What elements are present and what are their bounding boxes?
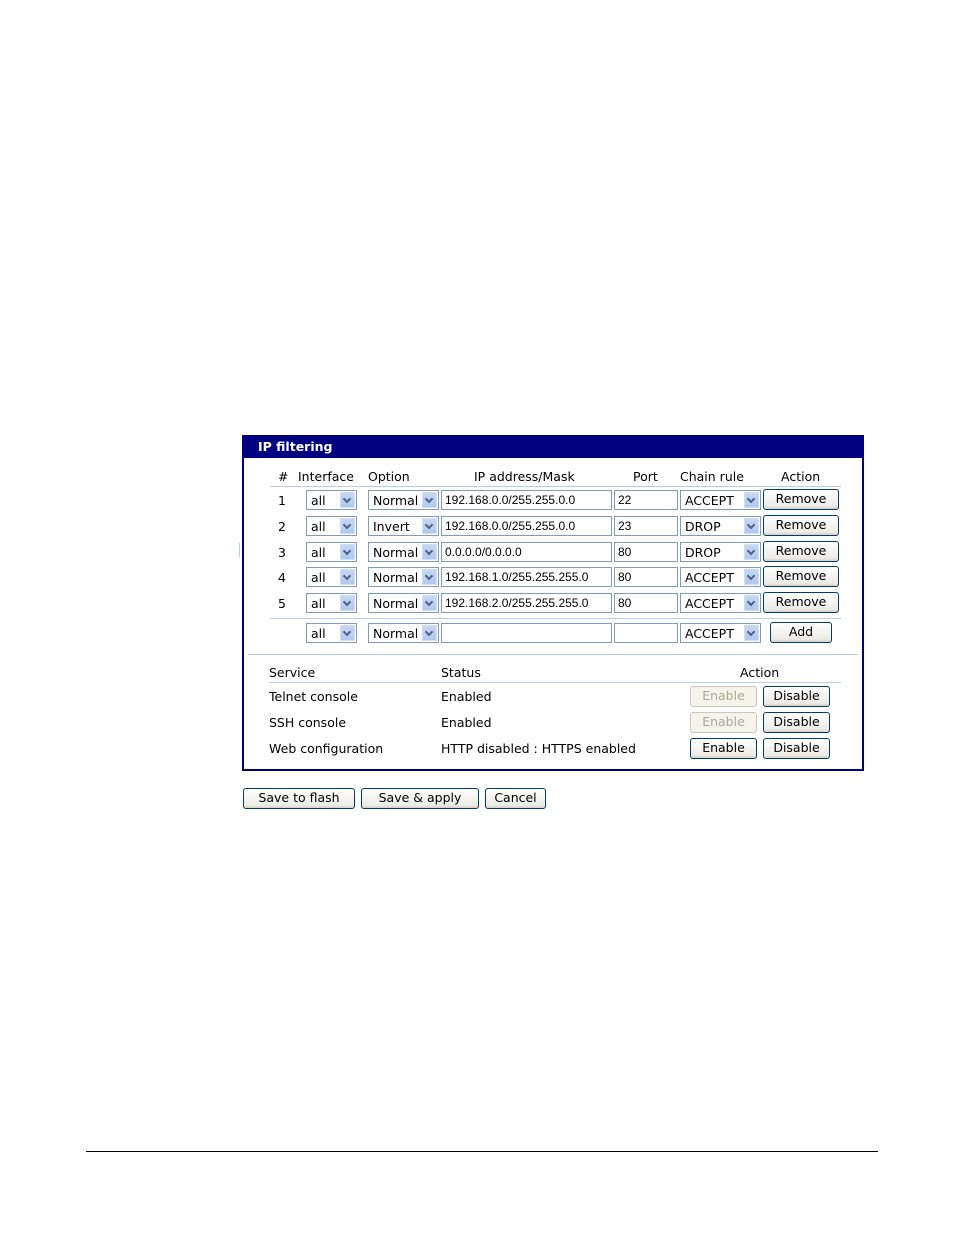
chevron-down-icon[interactable] [422,595,437,611]
chevron-down-icon[interactable] [422,569,437,585]
section-divider [248,654,858,655]
chain-rule-select[interactable]: ACCEPT [680,567,761,587]
ip-mask-input[interactable]: 192.168.2.0/255.255.255.0 [441,593,612,613]
rule-number: 4 [278,570,286,585]
option-select[interactable]: Normal [368,567,439,587]
option-select[interactable]: Invert [368,516,439,536]
port-input[interactable]: 80 [614,593,678,613]
rule-number: 5 [278,596,286,611]
service-col-header: Service [269,665,316,680]
ip-mask-input[interactable]: 192.168.1.0/255.255.255.0 [441,567,612,587]
option-select[interactable]: Normal [368,490,439,510]
remove-rule-button[interactable]: Remove [763,489,839,510]
new-interface-select[interactable]: all [306,623,357,643]
rule-number: 2 [278,519,286,534]
chevron-down-icon[interactable] [744,569,759,585]
new-port-input[interactable] [614,623,678,643]
col-header-port: Port [633,469,658,484]
col-header-chain-rule: Chain rule [680,469,744,484]
port-input[interactable]: 80 [614,542,678,562]
chevron-down-icon[interactable] [340,492,355,508]
status-col-header: Status [441,665,481,680]
remove-rule-button[interactable]: Remove [763,541,839,562]
chevron-down-icon[interactable] [744,492,759,508]
interface-select[interactable]: all [306,516,357,536]
save-and-apply-button[interactable]: Save & apply [361,788,479,809]
col-header-action: Action [781,469,821,484]
service-status: Enabled [441,689,492,704]
chevron-down-icon[interactable] [422,518,437,534]
port-input[interactable]: 23 [614,516,678,536]
chevron-down-icon[interactable] [340,595,355,611]
chain-rule-select[interactable]: DROP [680,542,761,562]
col-header-ip-mask: IP address/Mask [474,469,575,484]
remove-rule-button[interactable]: Remove [763,515,839,536]
remove-rule-button[interactable]: Remove [763,566,839,587]
chevron-down-icon[interactable] [744,625,759,641]
ip-filtering-panel: IP filtering # Interface Option IP addre… [242,435,864,771]
chevron-down-icon[interactable] [340,625,355,641]
rule-number: 1 [278,493,286,508]
chevron-down-icon[interactable] [422,625,437,641]
header-divider [270,486,841,487]
ip-mask-input[interactable]: 192.168.0.0/255.255.0.0 [441,516,612,536]
service-action-col-header: Action [740,665,780,680]
chevron-down-icon[interactable] [422,544,437,560]
chevron-down-icon[interactable] [340,518,355,534]
disable-service-button[interactable]: Disable [763,738,830,759]
interface-select[interactable]: all [306,593,357,613]
new-chain-select[interactable]: ACCEPT [680,623,761,643]
chevron-down-icon[interactable] [340,544,355,560]
service-name: Web configuration [269,741,384,756]
chain-rule-select[interactable]: ACCEPT [680,490,761,510]
services-header-divider [269,682,841,683]
option-select[interactable]: Normal [368,542,439,562]
panel-title: IP filtering [258,439,333,454]
new-ip-mask-input[interactable] [441,623,612,643]
enable-service-button[interactable]: Enable [690,712,757,733]
chevron-down-icon[interactable] [744,595,759,611]
col-header-interface: Interface [298,469,354,484]
add-rule-button[interactable]: Add [770,622,832,643]
enable-service-button[interactable]: Enable [690,686,757,707]
chevron-down-icon[interactable] [744,518,759,534]
chevron-down-icon[interactable] [744,544,759,560]
remove-rule-button[interactable]: Remove [763,592,839,613]
chain-rule-select[interactable]: ACCEPT [680,593,761,613]
interface-select[interactable]: all [306,567,357,587]
disable-service-button[interactable]: Disable [763,712,830,733]
service-status: HTTP disabled : HTTPS enabled [441,741,636,756]
service-name: SSH console [269,715,347,730]
port-input[interactable]: 80 [614,567,678,587]
page-footer-rule [86,1151,878,1152]
disable-service-button[interactable]: Disable [763,686,830,707]
chevron-down-icon[interactable] [422,492,437,508]
new-option-select[interactable]: Normal [368,623,439,643]
col-header-num: # [278,469,289,484]
panel-header: IP filtering [244,437,862,458]
ip-mask-input[interactable]: 192.168.0.0/255.255.0.0 [441,490,612,510]
margin-mark [239,543,240,557]
chain-rule-select[interactable]: DROP [680,516,761,536]
rules-divider [270,618,841,619]
ip-mask-input[interactable]: 0.0.0.0/0.0.0.0 [441,542,612,562]
interface-select[interactable]: all [306,542,357,562]
col-header-option: Option [368,469,410,484]
service-name: Telnet console [269,689,358,704]
interface-select[interactable]: all [306,490,357,510]
save-to-flash-button[interactable]: Save to flash [243,788,355,809]
rule-number: 3 [278,545,286,560]
option-select[interactable]: Normal [368,593,439,613]
cancel-button[interactable]: Cancel [485,788,546,809]
enable-service-button[interactable]: Enable [690,738,757,759]
chevron-down-icon[interactable] [340,569,355,585]
port-input[interactable]: 22 [614,490,678,510]
service-status: Enabled [441,715,492,730]
